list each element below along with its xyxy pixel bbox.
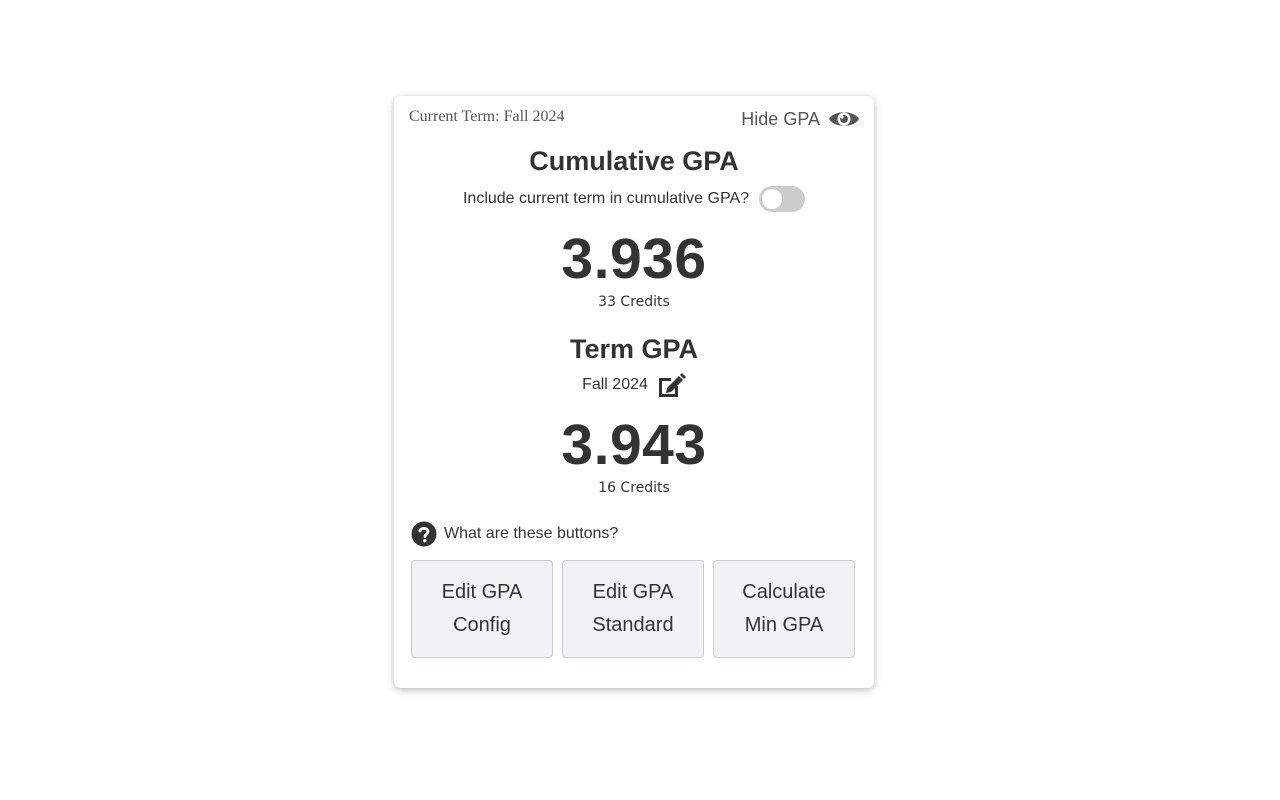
edit-gpa-standard-button[interactable]: Edit GPA Standard <box>562 560 704 658</box>
cumulative-gpa-value: 3.936 <box>561 227 707 291</box>
toggle-knob <box>762 189 783 209</box>
hide-gpa-button[interactable]: Hide GPA <box>741 107 860 131</box>
calculate-min-gpa-button[interactable]: Calculate Min GPA <box>713 560 855 658</box>
term-credits: 16 Credits <box>598 480 670 496</box>
term-gpa-value: 3.943 <box>561 413 707 477</box>
eye-icon[interactable] <box>828 107 860 131</box>
include-current-term-toggle[interactable] <box>759 186 806 212</box>
cumulative-credits: 33 Credits <box>598 294 670 310</box>
term-name: Fall 2024 <box>582 376 648 393</box>
current-term-label: Current Term: Fall 2024 <box>409 108 565 125</box>
help-label: What are these buttons? <box>444 525 619 542</box>
action-button-row: Edit GPA Config Edit GPA Standard Calcul… <box>411 560 855 658</box>
term-gpa-title: Term GPA <box>569 334 699 364</box>
include-current-term-row: Include current term in cumulative GPA? <box>394 186 874 212</box>
edit-gpa-config-button[interactable]: Edit GPA Config <box>411 560 553 658</box>
edit-icon[interactable] <box>656 372 686 398</box>
gpa-card: Current Term: Fall 2024 Hide GPA Cumulat… <box>394 96 874 688</box>
question-circle-icon[interactable] <box>411 521 437 547</box>
help-row[interactable]: What are these buttons? <box>411 521 618 547</box>
hide-gpa-label: Hide GPA <box>741 108 820 129</box>
term-selector-row: Fall 2024 <box>394 372 874 398</box>
cumulative-gpa-title: Cumulative GPA <box>529 146 739 176</box>
include-current-term-label: Include current term in cumulative GPA? <box>462 190 750 207</box>
